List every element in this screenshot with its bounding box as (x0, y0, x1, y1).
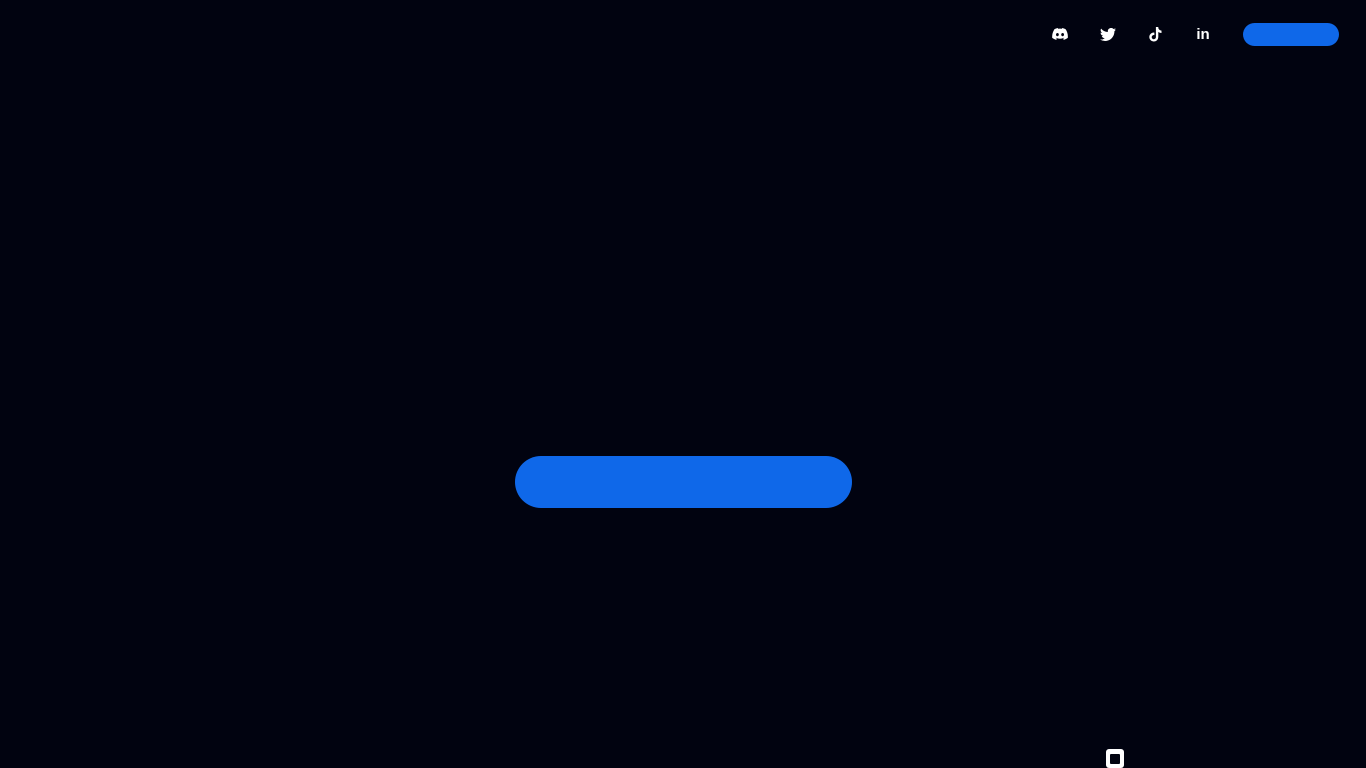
top-navigation: in (0, 0, 1366, 68)
twitter-link[interactable] (1096, 22, 1120, 46)
square-icon (1110, 753, 1120, 764)
discord-link[interactable] (1048, 22, 1072, 46)
linkedin-link[interactable]: in (1191, 22, 1215, 46)
tiktok-link[interactable] (1143, 22, 1167, 46)
header-cta-button[interactable] (1243, 23, 1339, 46)
corner-widget-button[interactable] (1106, 749, 1124, 768)
linkedin-icon: in (1196, 25, 1210, 43)
page: in (0, 0, 1366, 768)
hero-cta-button[interactable] (515, 456, 852, 508)
discord-icon (1052, 28, 1068, 40)
tiktok-icon (1148, 26, 1162, 42)
twitter-icon (1100, 27, 1116, 41)
